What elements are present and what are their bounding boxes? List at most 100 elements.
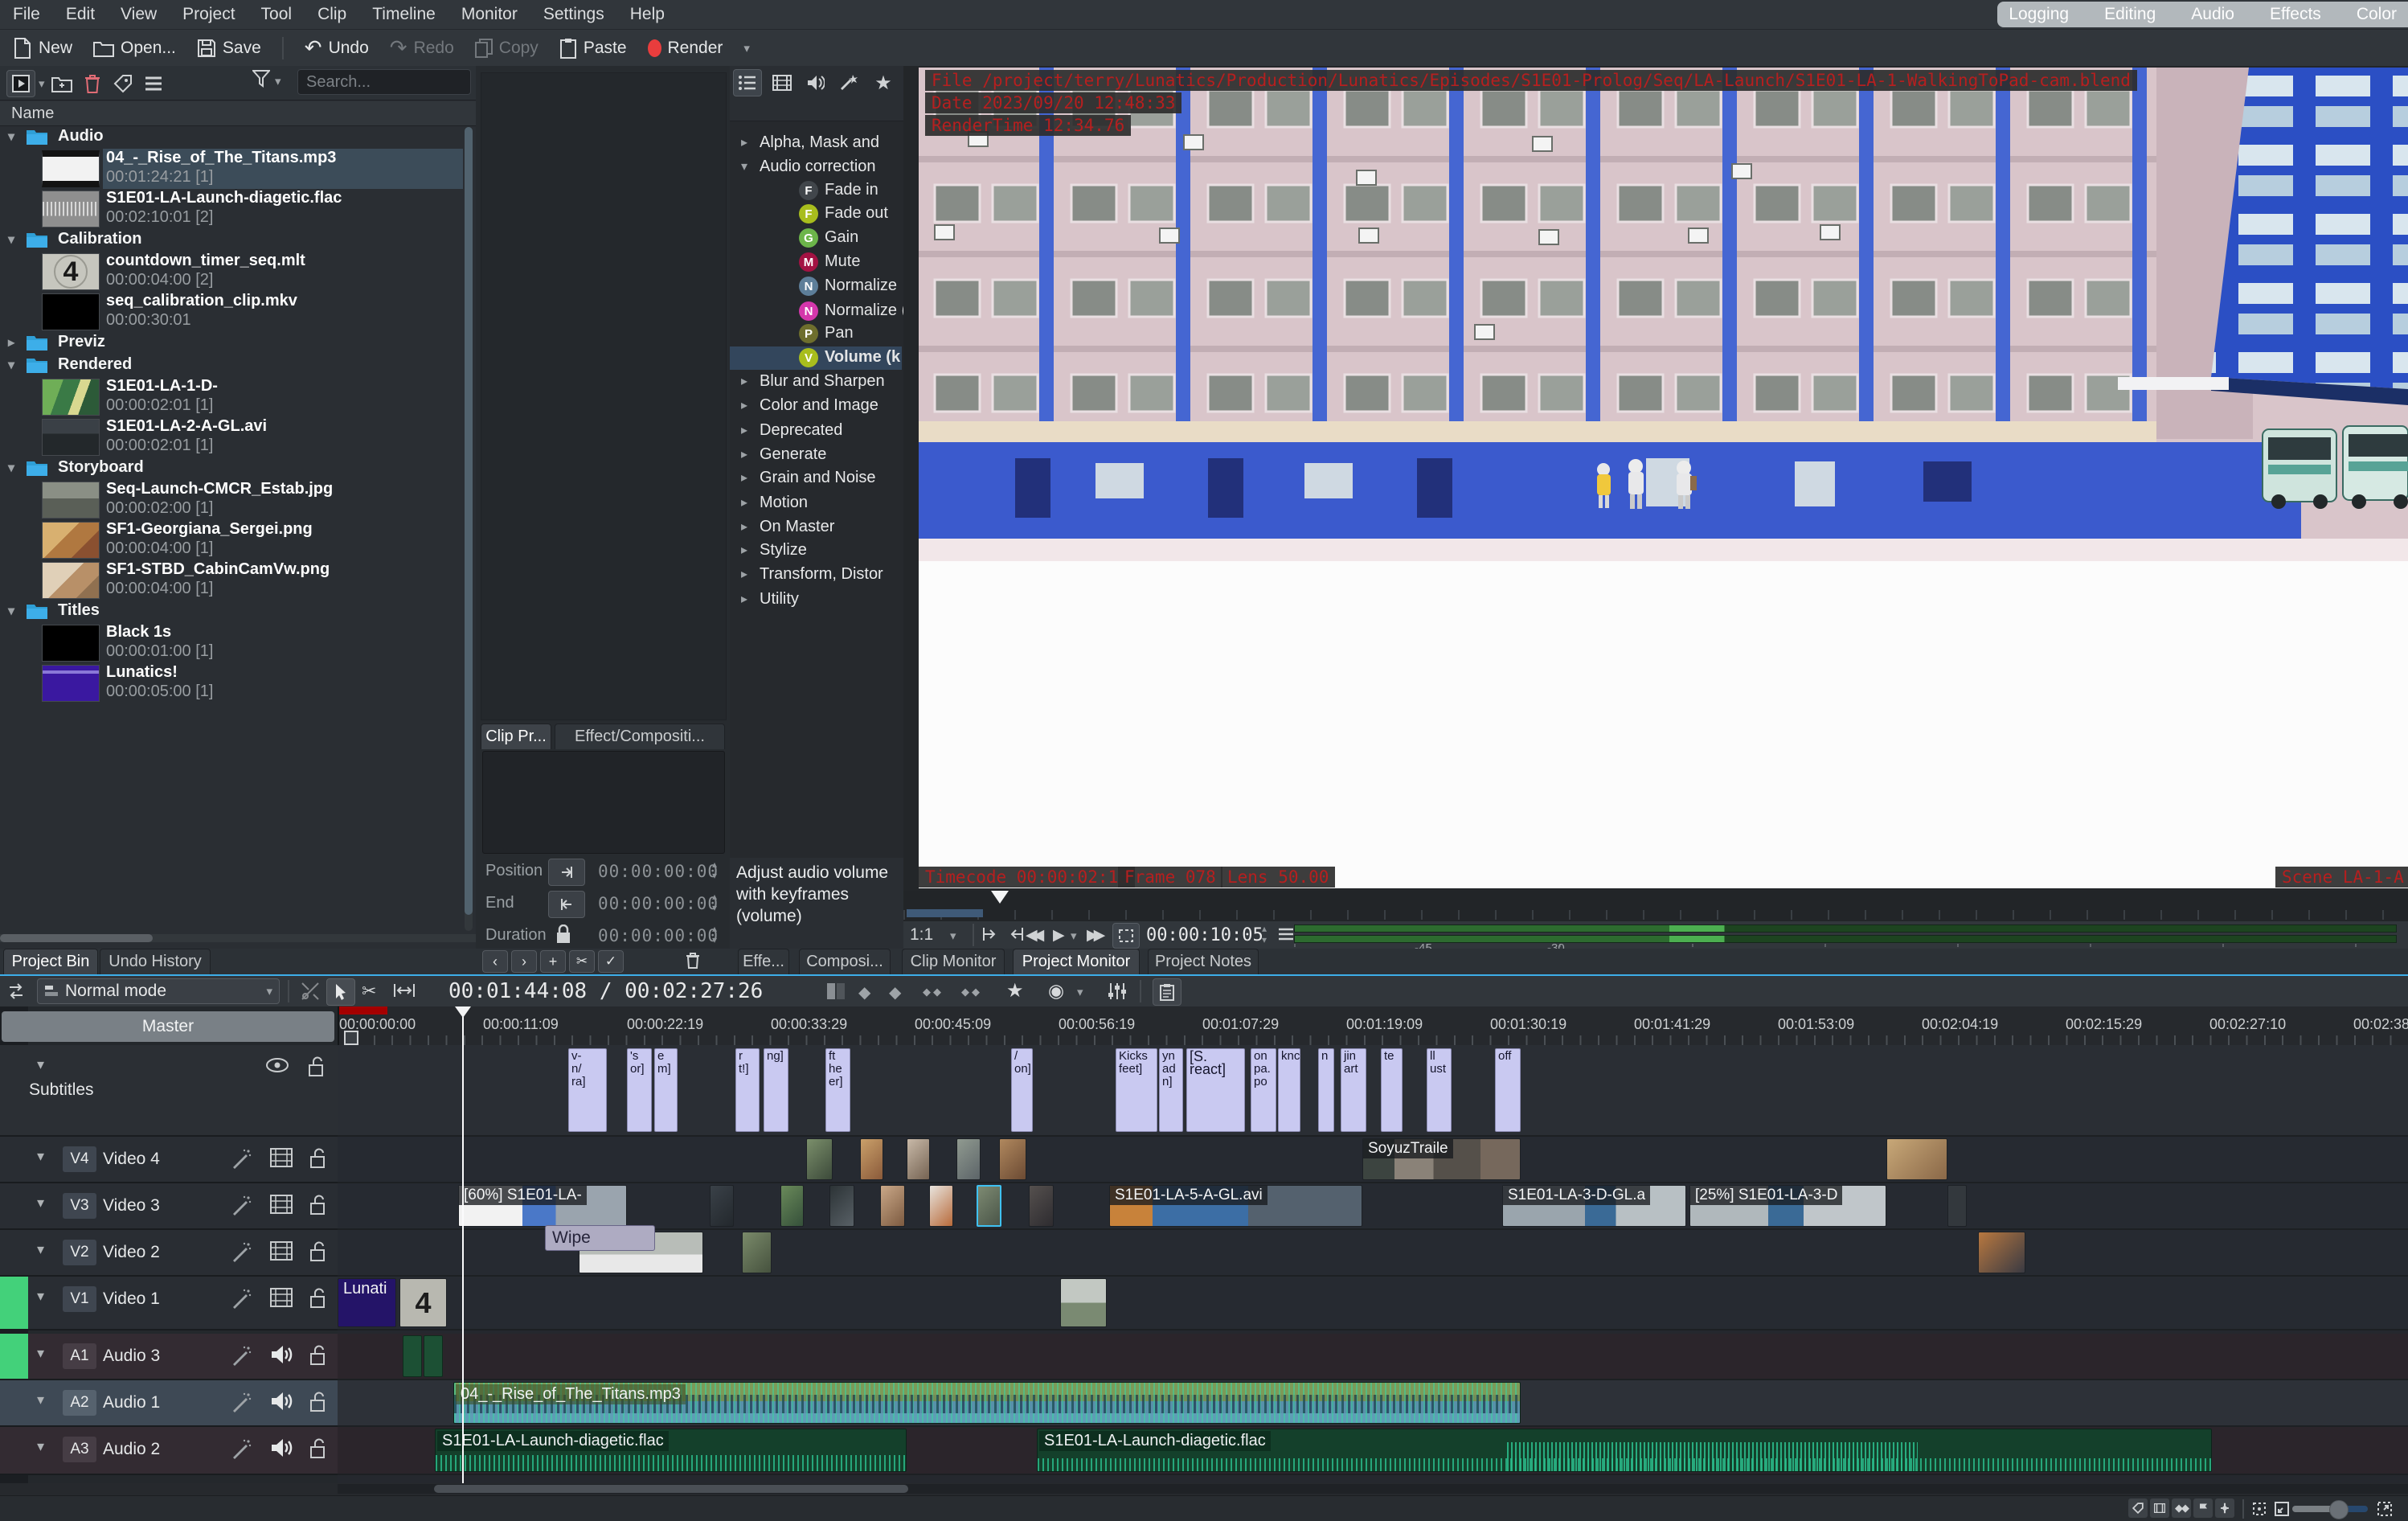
rewind-icon[interactable]: ◀◀ xyxy=(1026,926,1039,945)
forward-icon[interactable]: ▶▶ xyxy=(1087,926,1100,945)
tab-project-notes[interactable]: Project Notes xyxy=(1148,949,1259,974)
mixed-audio-video-icon[interactable] xyxy=(826,982,846,1004)
tab-undo-history[interactable]: Undo History xyxy=(100,949,211,974)
monitor-menu-icon[interactable] xyxy=(1278,928,1294,945)
fx-cat-color[interactable]: ▸Color and Image xyxy=(730,395,902,418)
tab-clip-monitor[interactable]: Clip Monitor xyxy=(902,949,1005,974)
monitor-zone[interactable] xyxy=(907,909,983,917)
bin-name-header[interactable]: Name xyxy=(0,101,487,126)
subtitle-clip[interactable]: off xyxy=(1495,1048,1521,1132)
zone-out-icon[interactable] xyxy=(1007,926,1025,946)
bin-folder-storyboard[interactable]: ▾ Storyboard xyxy=(0,457,463,480)
track-header-v2[interactable]: ▾V2Video 2 xyxy=(0,1230,338,1277)
playhead-line[interactable] xyxy=(462,1006,464,1483)
zoom-in-icon[interactable] xyxy=(2376,1500,2394,1521)
zoom-chevron-down-icon[interactable]: ▾ xyxy=(950,929,956,943)
prev-keyframe-button[interactable]: ‹ xyxy=(482,950,508,973)
a1-track-row[interactable] xyxy=(338,1334,2408,1380)
composition-wipe[interactable]: Wipe xyxy=(545,1225,655,1251)
v3-clip-selected[interactable] xyxy=(977,1185,1001,1227)
lock-icon[interactable] xyxy=(556,924,571,948)
seek-start-button[interactable] xyxy=(548,859,585,886)
seek-end-button[interactable] xyxy=(548,891,585,918)
menu-view[interactable]: View xyxy=(108,0,170,29)
subtitle-clip[interactable]: v- n/ ra] xyxy=(568,1048,607,1132)
fx-cat-stylize[interactable]: ▸Stylize xyxy=(730,539,902,563)
menu-help[interactable]: Help xyxy=(617,0,678,29)
subtitle-clip[interactable]: r t!] xyxy=(735,1048,760,1132)
zone-in-icon[interactable] xyxy=(981,926,999,946)
subtitle-clip[interactable]: 's or] xyxy=(627,1048,652,1132)
custom-effects-icon[interactable] xyxy=(836,70,863,96)
menu-settings[interactable]: Settings xyxy=(530,0,617,29)
v4-clip[interactable] xyxy=(907,1138,930,1180)
v3-clip-5a-gl[interactable]: S1E01-LA-5-A-GL.avi xyxy=(1109,1185,1362,1227)
search-input[interactable] xyxy=(297,69,471,95)
favorite-star-icon[interactable]: ★ xyxy=(1006,979,1024,1002)
bin-folder-audio[interactable]: ▾ Audio xyxy=(0,126,463,149)
subtitle-clip[interactable]: knc] xyxy=(1278,1048,1300,1132)
cut-button[interactable]: ✂ xyxy=(569,950,595,973)
timeline-zone[interactable] xyxy=(338,1006,387,1015)
lock-icon[interactable] xyxy=(309,1148,328,1173)
favorite-effects-icon[interactable]: ★ xyxy=(870,70,897,96)
monitor-playhead[interactable] xyxy=(991,891,1009,904)
chevron-down-icon[interactable]: ▾ xyxy=(8,460,14,476)
fx-fade-out[interactable]: FFade out xyxy=(730,203,902,226)
tab-effects[interactable]: Effe... xyxy=(738,949,789,974)
menu-project[interactable]: Project xyxy=(170,0,248,29)
tag-icon[interactable] xyxy=(109,71,137,96)
track-header-v4[interactable]: ▾V4Video 4 xyxy=(0,1137,338,1183)
show-tags-toggle[interactable] xyxy=(2128,1498,2148,1518)
bin-folder-previz[interactable]: ▸ Previz xyxy=(0,332,463,355)
playhead-marker[interactable] xyxy=(455,1006,471,1018)
workspace-editing[interactable]: Editing xyxy=(2104,5,2156,24)
fx-normalize[interactable]: NNormalize xyxy=(730,275,902,298)
position-spinner[interactable]: ▴▾ xyxy=(712,859,717,881)
keyframe-remove-icon[interactable]: ◆ xyxy=(889,982,901,1002)
keyframe-add-icon[interactable]: ◆ xyxy=(858,982,870,1002)
audio-effects-icon[interactable] xyxy=(802,70,829,96)
fx-cat-generate[interactable]: ▸Generate xyxy=(730,444,902,467)
show-audio-toggle[interactable]: ◆◆ xyxy=(2172,1498,2191,1518)
collapse-chevron-icon[interactable]: ▾ xyxy=(37,1056,44,1073)
bin-vscrollbar[interactable] xyxy=(465,127,473,931)
duration-spinner[interactable]: ▴▾ xyxy=(712,923,717,945)
menu-file[interactable]: File xyxy=(0,0,53,29)
add-button[interactable]: + xyxy=(540,950,566,973)
v4-clip[interactable] xyxy=(1886,1138,1947,1180)
v4-clip[interactable] xyxy=(860,1138,883,1180)
monitor-seekbar[interactable] xyxy=(903,891,2408,922)
fx-cat-grain[interactable]: ▸Grain and Noise xyxy=(730,467,902,490)
new-button[interactable]: New xyxy=(13,38,72,59)
subtitle-clip[interactable]: Kicks feet] xyxy=(1116,1048,1157,1132)
master-button[interactable]: Master xyxy=(2,1011,334,1042)
select-tool-button[interactable] xyxy=(326,978,355,1006)
a3-clip-flac2[interactable]: S1E01-LA-Launch-diagetic.flac xyxy=(1037,1429,2212,1472)
speaker-icon[interactable] xyxy=(270,1438,293,1462)
zoom-slider-handle[interactable] xyxy=(2329,1500,2349,1519)
bin-clip-la2a[interactable]: S1E01-LA-2-A-GL.avi00:00:02:01 [1] xyxy=(0,417,463,457)
trash-icon[interactable] xyxy=(679,950,706,971)
track-header-subtitles[interactable]: ▾ Subtitles xyxy=(0,1045,338,1137)
record-icon[interactable]: ◉ xyxy=(1048,980,1064,1002)
fit-zoom-icon[interactable] xyxy=(2250,1500,2268,1521)
speaker-icon[interactable] xyxy=(270,1392,293,1415)
tab-project-bin[interactable]: Project Bin xyxy=(3,949,98,974)
scrollbar-handle[interactable] xyxy=(434,1485,908,1493)
keyframe-next-icon[interactable]: ◆◆ xyxy=(961,986,982,998)
bin-hscrollbar[interactable] xyxy=(0,934,476,942)
track-header-a2-active[interactable]: ▾A2Audio 1 xyxy=(0,1380,338,1427)
snap-toggle[interactable] xyxy=(2215,1498,2234,1518)
bin-clip-mp3[interactable]: 04_-_Rise_of_The_Titans.mp300:01:24:21 [… xyxy=(0,149,463,189)
fx-cat-blur[interactable]: ▸Blur and Sharpen xyxy=(730,371,902,394)
v1-clip-lunatics-title[interactable]: Lunati xyxy=(338,1278,396,1327)
v3-clip-25pct[interactable]: [25%] S1E01-LA-3-D xyxy=(1689,1185,1886,1227)
bin-folder-rendered[interactable]: ▾ Rendered xyxy=(0,355,463,377)
apply-button[interactable]: ✓ xyxy=(598,950,624,973)
fx-cat-deprecated[interactable]: ▸Deprecated xyxy=(730,420,902,443)
fx-cat-utility[interactable]: ▸Utility xyxy=(730,588,902,612)
audio-target-indicator[interactable] xyxy=(0,1334,28,1379)
tab-compositions[interactable]: Composi... xyxy=(799,949,891,974)
render-button[interactable]: Render xyxy=(648,39,723,58)
